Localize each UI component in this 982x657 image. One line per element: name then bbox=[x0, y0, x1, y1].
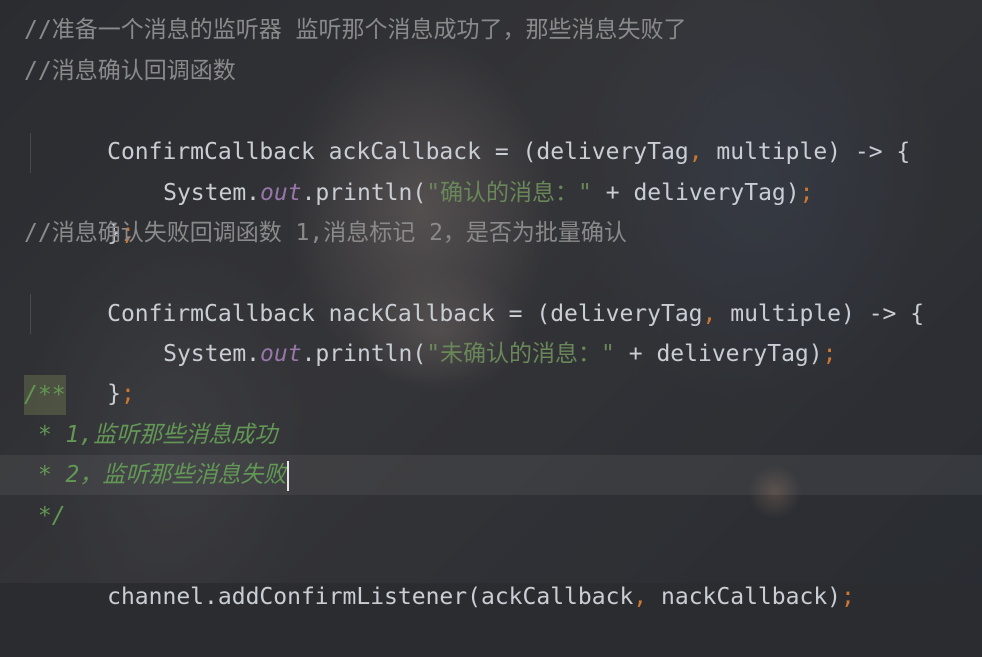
semicolon-token: ; bbox=[841, 584, 855, 610]
doc-comment-close: */ bbox=[24, 503, 66, 529]
code-text: * 2，监听那些消息失败 bbox=[24, 455, 290, 495]
code-line-println[interactable]: System.out.println("确认的消息：" + deliveryTa… bbox=[0, 133, 982, 206]
code-line-comment[interactable]: //消息确认回调函数 bbox=[0, 51, 982, 91]
code-line-println[interactable]: System.out.println("未确认的消息：" + deliveryT… bbox=[0, 294, 982, 367]
code-line-doc-comment[interactable]: /** bbox=[0, 375, 982, 415]
indent-guide bbox=[30, 133, 31, 173]
doc-comment-text: * 1,监听那些消息成功 bbox=[24, 422, 278, 448]
code-line-doc-comment[interactable]: */ bbox=[0, 496, 982, 536]
doc-comment-open: /** bbox=[24, 375, 66, 415]
call-tail-text: nackCallback) bbox=[647, 584, 842, 610]
comment-text: //准备一个消息的监听器 监听那个消息成功了，那些消息失败了 bbox=[24, 17, 687, 43]
text-cursor bbox=[287, 460, 290, 491]
code-line-add-listener[interactable]: channel.addConfirmListener(ackCallback, … bbox=[0, 537, 982, 610]
code-line-close[interactable]: }; bbox=[0, 173, 982, 246]
doc-comment-text: * 2，监听那些消息失败 bbox=[24, 462, 287, 488]
code-line-close[interactable]: }; bbox=[0, 334, 982, 407]
code-editor[interactable]: //准备一个消息的监听器 监听那个消息成功了，那些消息失败了 //消息确认回调函… bbox=[0, 0, 982, 610]
code-line-doc-comment[interactable]: * 1,监听那些消息成功 bbox=[0, 415, 982, 455]
code-line-comment[interactable]: //准备一个消息的监听器 监听那个消息成功了，那些消息失败了 bbox=[0, 10, 982, 50]
code-line-comment[interactable]: //消息确认失败回调函数 1,消息标记 2，是否为批量确认 bbox=[0, 213, 982, 253]
comment-text: //消息确认回调函数 bbox=[24, 58, 236, 84]
indent-guide bbox=[30, 294, 31, 334]
comma-token: , bbox=[633, 584, 648, 610]
code-line-nack-callback-decl[interactable]: ConfirmCallback nackCallback = (delivery… bbox=[0, 254, 982, 327]
code-line-doc-comment-current[interactable]: * 2，监听那些消息失败 bbox=[0, 455, 982, 495]
call-text: channel.addConfirmListener(ackCallback bbox=[107, 584, 634, 610]
code-text: channel.addConfirmListener(ackCallback, … bbox=[24, 537, 855, 657]
comment-text: //消息确认失败回调函数 1,消息标记 2，是否为批量确认 bbox=[24, 220, 627, 246]
code-line-ack-callback-decl[interactable]: ConfirmCallback ackCallback = (deliveryT… bbox=[0, 92, 982, 165]
